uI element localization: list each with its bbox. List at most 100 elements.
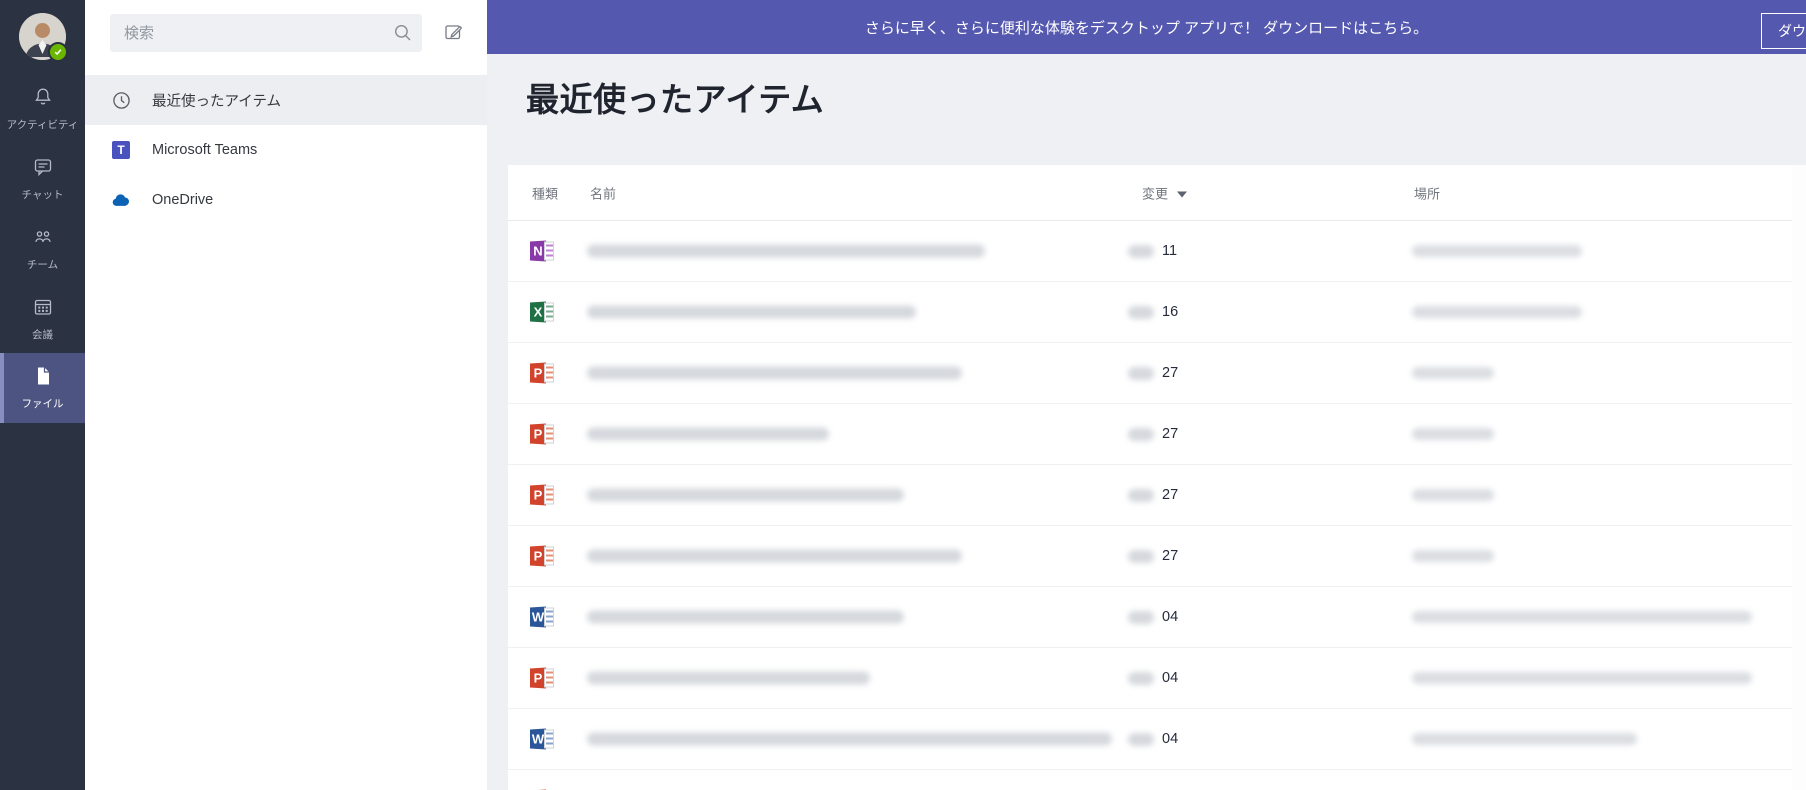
sidebar-item-chat[interactable]: チャット <box>0 148 85 210</box>
modified-cell: 27 <box>1128 426 1178 442</box>
list-item-recent[interactable]: 最近使ったアイテム <box>85 75 487 125</box>
location-blur <box>1412 489 1494 501</box>
file-name-cell <box>587 244 985 258</box>
list-item-label: Microsoft Teams <box>152 142 258 158</box>
table-row[interactable]: P Template.pptx 07/04 サイト ライブラリ/個人用 <box>508 770 1792 790</box>
file-type-icon: X <box>530 299 557 326</box>
files-panel: 最近使ったアイテム T Microsoft Teams OneDrive <box>85 0 487 790</box>
file-name-blur <box>587 305 916 319</box>
sidebar-item-label: 会議 <box>32 329 53 341</box>
location-cell <box>1412 306 1582 318</box>
month-blur <box>1128 427 1154 441</box>
location-blur <box>1412 306 1582 318</box>
file-type-icon: W <box>530 604 557 631</box>
modified-cell: 04 <box>1128 670 1178 686</box>
table-row[interactable]: P 27 <box>508 526 1792 587</box>
table-body: N 11 X 16 P 27 P 27 P 27 P 27 W 04 P 04 … <box>508 221 1792 790</box>
month-blur <box>1128 305 1154 319</box>
modified-cell: 04 <box>1128 609 1178 625</box>
table-row[interactable]: W 04 <box>508 587 1792 648</box>
column-header-name[interactable]: 名前 <box>590 183 616 202</box>
file-type-icon: P <box>530 543 557 570</box>
table-row[interactable]: P 27 <box>508 404 1792 465</box>
sidebar-item-files[interactable]: ファイル <box>0 353 85 423</box>
status-available-badge <box>48 42 68 62</box>
search-icon <box>393 23 413 43</box>
search-input[interactable] <box>110 14 422 52</box>
sidebar-item-label: アクティビティ <box>6 119 79 131</box>
table-row[interactable]: P 27 <box>508 465 1792 526</box>
location-cell <box>1412 550 1494 562</box>
file-type-icon: W <box>530 726 557 753</box>
file-type-icon: P <box>530 360 557 387</box>
location-cell <box>1412 245 1582 257</box>
location-blur <box>1412 367 1494 379</box>
location-blur <box>1412 672 1752 684</box>
download-button[interactable]: ダウンロード <box>1761 13 1806 49</box>
month-blur <box>1128 732 1154 746</box>
month-blur <box>1128 488 1154 502</box>
onedrive-cloud-icon <box>111 190 131 210</box>
page-title: 最近使ったアイテム <box>526 81 825 118</box>
modified-cell: 11 <box>1128 243 1177 259</box>
file-type-icon: P <box>530 665 557 692</box>
month-blur <box>1128 549 1154 563</box>
location-cell <box>1412 367 1494 379</box>
location-blur <box>1412 428 1494 440</box>
sidebar-item-label: チャット <box>21 189 64 201</box>
file-name-blur <box>587 366 962 380</box>
recent-files-table: 種類 名前 変更 場所 N 11 X 16 P 27 P 27 P 27 P 2… <box>508 165 1792 790</box>
teams-people-icon <box>32 226 54 253</box>
modified-cell: 27 <box>1128 487 1178 503</box>
location-blur <box>1412 611 1752 623</box>
list-item-onedrive[interactable]: OneDrive <box>85 175 487 225</box>
file-icon <box>32 365 54 392</box>
sidebar-item-label: チーム <box>26 259 59 271</box>
clock-icon <box>111 90 131 110</box>
month-blur <box>1128 366 1154 380</box>
file-type-icon: N <box>530 238 557 265</box>
table-row[interactable]: X 16 <box>508 282 1792 343</box>
avatar[interactable] <box>19 13 68 62</box>
file-name-cell <box>587 488 904 502</box>
file-name-blur <box>587 732 1112 746</box>
chat-icon <box>32 156 54 183</box>
column-header-modified[interactable]: 変更 <box>1142 183 1188 202</box>
list-item-label: OneDrive <box>152 192 214 208</box>
file-name-cell <box>587 671 870 685</box>
column-header-type[interactable]: 種類 <box>532 183 558 202</box>
calendar-icon <box>32 296 54 323</box>
file-name-cell <box>587 305 916 319</box>
file-name-cell <box>587 610 904 624</box>
file-name-cell <box>587 732 1112 746</box>
table-row[interactable]: W 04 <box>508 709 1792 770</box>
month-blur <box>1128 610 1154 624</box>
location-blur <box>1412 733 1637 745</box>
sidebar-item-teams[interactable]: チーム <box>0 218 85 280</box>
list-item-label: 最近使ったアイテム <box>152 93 282 110</box>
month-blur <box>1128 671 1154 685</box>
file-name-cell <box>587 427 829 441</box>
sidebar-item-meetings[interactable]: 会議 <box>0 288 85 350</box>
file-name-blur <box>587 488 904 502</box>
sidebar-item-activity[interactable]: アクティビティ <box>0 78 85 140</box>
file-name-blur <box>587 244 985 258</box>
table-row[interactable]: N 11 <box>508 221 1792 282</box>
list-item-microsoft-teams[interactable]: T Microsoft Teams <box>85 125 487 175</box>
app-rail: アクティビティ チャット チーム 会議 ファイル <box>0 0 85 790</box>
modified-cell: 16 <box>1128 304 1178 320</box>
file-type-icon: P <box>530 421 557 448</box>
modified-cell: 04 <box>1128 731 1178 747</box>
teams-logo-icon: T <box>111 140 131 160</box>
file-type-icon: P <box>530 482 557 509</box>
file-name-cell <box>587 366 962 380</box>
location-cell <box>1412 489 1494 501</box>
table-row[interactable]: P 04 <box>508 648 1792 709</box>
compose-icon[interactable] <box>443 21 465 43</box>
location-cell <box>1412 611 1752 623</box>
location-cell <box>1412 428 1494 440</box>
column-header-location[interactable]: 場所 <box>1414 183 1440 202</box>
table-row[interactable]: P 27 <box>508 343 1792 404</box>
scrollbar-gutter[interactable] <box>1792 165 1806 790</box>
files-source-list: 最近使ったアイテム T Microsoft Teams OneDrive <box>85 75 487 225</box>
